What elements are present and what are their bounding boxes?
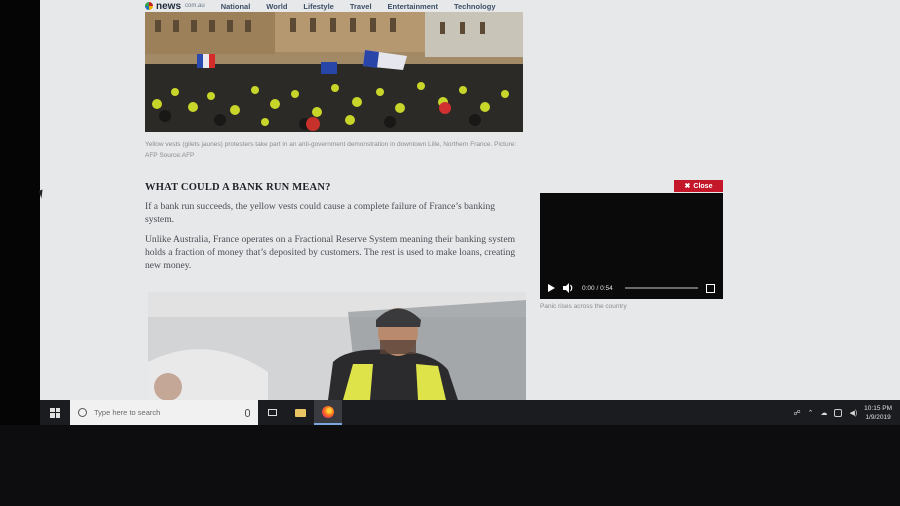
nav-world[interactable]: World: [266, 2, 287, 11]
cloud-icon[interactable]: ☁: [820, 409, 827, 417]
firefox-button[interactable]: [314, 400, 342, 425]
clock-date: 1/9/2019: [865, 413, 891, 421]
nav-travel[interactable]: Travel: [350, 2, 372, 11]
current-time: 0:00: [582, 284, 595, 292]
person-icon[interactable]: ☍: [793, 409, 800, 417]
site-nav: news com.au National World Lifestyle Tra…: [145, 0, 496, 12]
close-label: Close: [693, 182, 713, 190]
cortana-icon: [78, 408, 87, 417]
logo-text: news: [156, 0, 182, 12]
video-time: 0:00 / 0:54: [582, 285, 613, 292]
duration: 0:54: [600, 284, 613, 292]
close-icon: ✖: [684, 183, 691, 190]
paragraph-2: Unlike Australia, France operates on a F…: [145, 234, 516, 271]
hero-photo: [145, 12, 523, 132]
system-tray: ☍ ⌃ ☁ ◀) 10:15 PM 1/9/2019: [793, 404, 900, 422]
logo-sub: com.au: [185, 3, 205, 9]
site-logo[interactable]: news com.au: [145, 1, 205, 12]
chevron-up-icon[interactable]: ⌃: [808, 409, 814, 417]
logo-icon: [145, 2, 153, 10]
windows-taskbar: Type here to search ☍ ⌃ ☁ ◀) 10:15 PM 1/…: [40, 400, 900, 425]
file-explorer-button[interactable]: [286, 400, 314, 425]
nav-lifestyle[interactable]: Lifestyle: [303, 2, 333, 11]
paragraph-1: If a bank run succeeds, the yellow vests…: [145, 201, 496, 225]
seek-bar[interactable]: [624, 287, 698, 289]
fullscreen-icon[interactable]: [706, 283, 715, 293]
video-close-button[interactable]: ✖ Close: [674, 180, 723, 192]
hero-caption: Yellow vests (gilets jaunes) protesters …: [145, 141, 517, 159]
video-controls: 0:00 / 0:54: [540, 277, 723, 299]
start-button[interactable]: [40, 400, 70, 425]
search-placeholder: Type here to search: [94, 408, 161, 417]
task-view-button[interactable]: [258, 400, 286, 425]
network-icon[interactable]: [834, 408, 843, 417]
firefox-icon: [322, 405, 334, 418]
nav-entertainment[interactable]: Entertainment: [388, 2, 438, 11]
desk-background: [0, 425, 900, 506]
video-player[interactable]: 0:00 / 0:54: [540, 193, 723, 299]
nav-national[interactable]: National: [221, 2, 251, 11]
clock[interactable]: 10:15 PM 1/9/2019: [864, 404, 892, 422]
task-view-icon: [267, 409, 277, 416]
time-separator: /: [596, 284, 599, 292]
windows-icon: [50, 407, 60, 418]
play-icon[interactable]: [548, 284, 555, 292]
nav-technology[interactable]: Technology: [454, 2, 496, 11]
volume-icon[interactable]: [563, 283, 574, 293]
video-caption: Panic rises across the country: [540, 303, 627, 310]
article-body: WHAT COULD A BANK RUN MEAN? If a bank ru…: [145, 182, 525, 279]
microphone-icon[interactable]: [245, 408, 250, 417]
protester-photo: [148, 292, 526, 400]
clock-time: 10:15 PM: [864, 404, 892, 412]
volume-tray-icon[interactable]: ◀): [849, 409, 857, 417]
taskbar-search[interactable]: Type here to search: [70, 400, 258, 425]
folder-icon: [294, 408, 306, 417]
section-heading: WHAT COULD A BANK RUN MEAN?: [145, 182, 331, 193]
